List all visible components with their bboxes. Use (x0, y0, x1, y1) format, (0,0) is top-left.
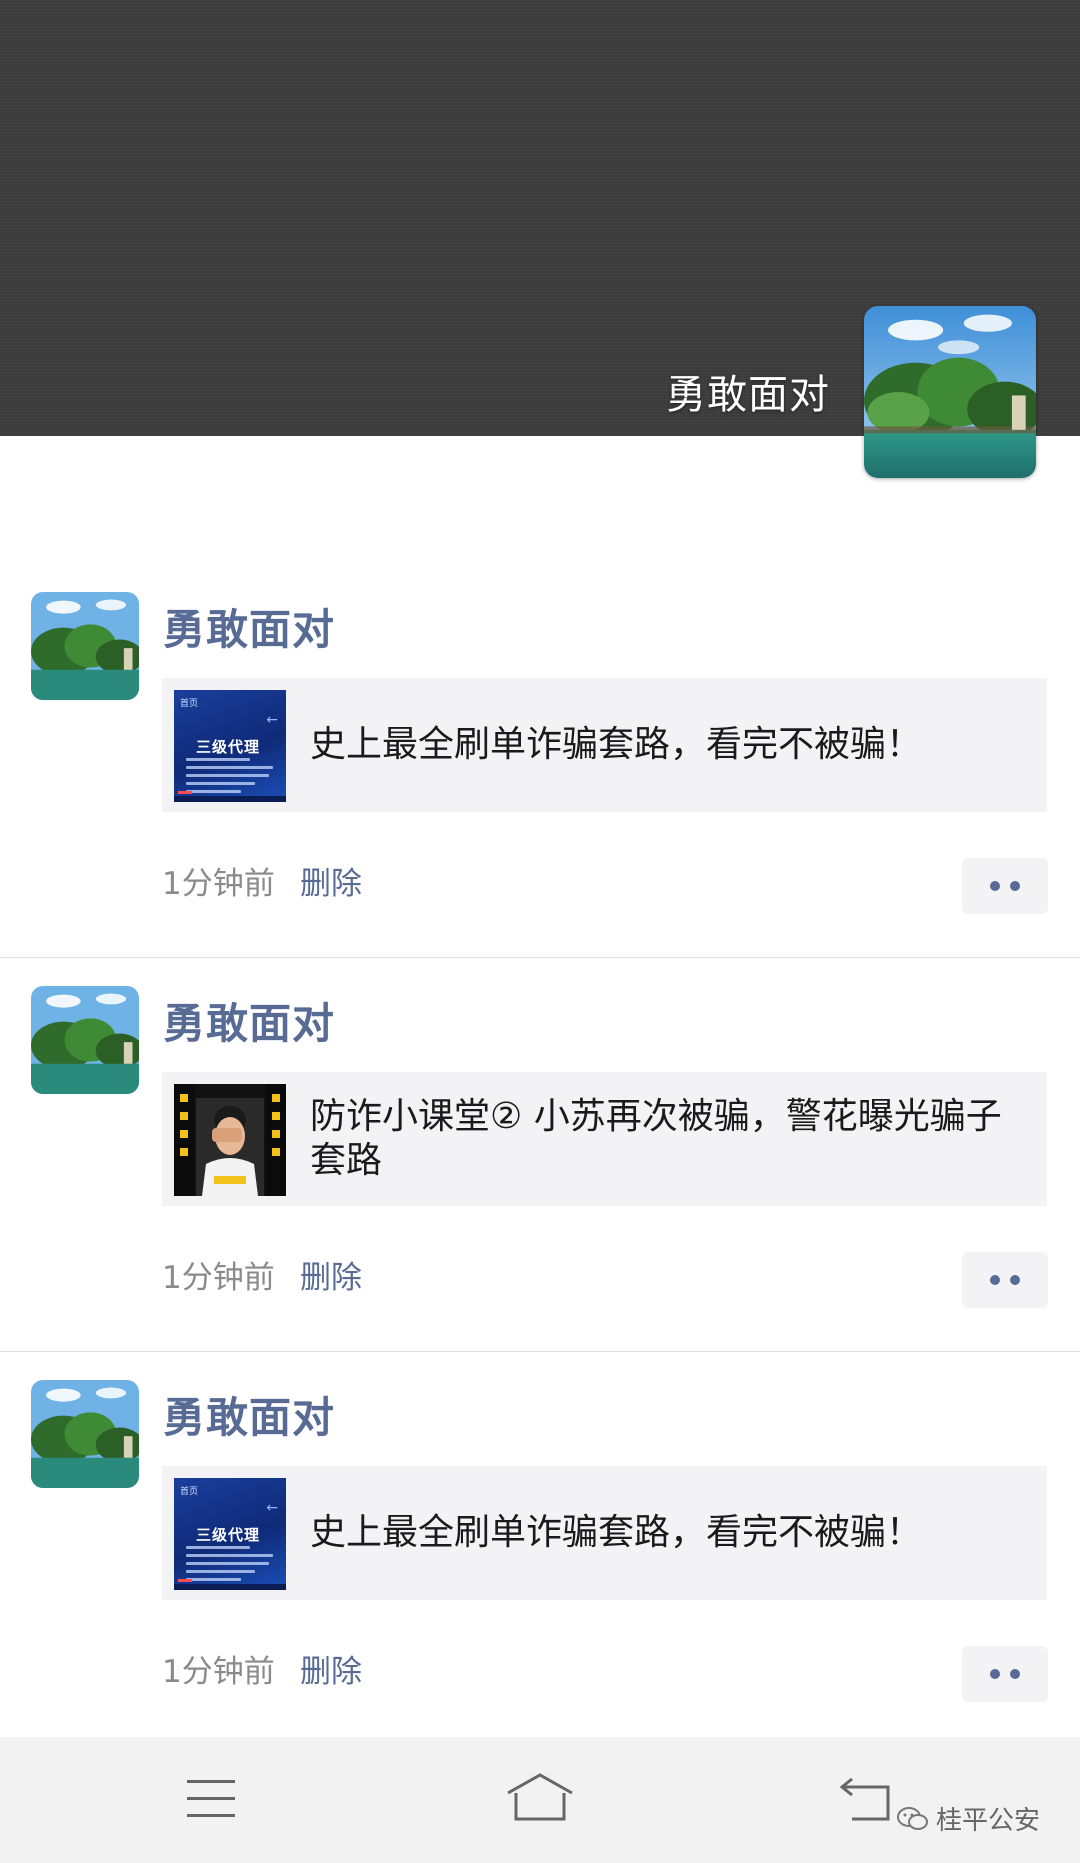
delete-button[interactable]: 删除 (300, 858, 362, 903)
link-title: 史上最全刷单诈骗套路，看完不被骗！ (310, 724, 923, 765)
back-icon[interactable] (838, 1775, 902, 1825)
link-thumbnail: 首页 ← 三级代理 (174, 1478, 286, 1590)
thumb-heading: 三级代理 (196, 738, 261, 756)
post-author-name[interactable]: 勇敢面对 (163, 596, 335, 657)
link-title: 防诈小课堂② 小苏再次被骗，警花曝光骗子套路 (310, 1096, 1002, 1181)
post-timestamp: 1分钟前 (162, 1654, 275, 1690)
post-timestamp: 1分钟前 (162, 1260, 275, 1296)
thumb-heading: 三级代理 (196, 1526, 261, 1544)
dot-icon (990, 1275, 1000, 1285)
thumb-label: 首页 (180, 699, 199, 709)
post-divider (0, 957, 1080, 958)
profile-avatar[interactable] (864, 306, 1036, 478)
watermark: 桂平公安 (896, 1800, 1040, 1837)
watermark-text: 桂平公安 (936, 1806, 1041, 1836)
dot-icon (1010, 1669, 1020, 1679)
menu-icon[interactable] (185, 1777, 237, 1821)
more-options-button[interactable] (962, 1252, 1048, 1308)
dot-icon (990, 881, 1000, 891)
shared-link-card[interactable]: 首页 ← 三级代理 史上最全刷单诈骗套路，看完不被骗！ (162, 678, 1047, 812)
landscape-avatar-image (31, 592, 139, 700)
more-options-button[interactable] (962, 1646, 1048, 1702)
dot-icon (1010, 881, 1020, 891)
post-author-name[interactable]: 勇敢面对 (163, 990, 335, 1051)
shared-link-card[interactable]: 首页 ← 三级代理 史上最全刷单诈骗套路，看完不被骗！ (162, 1466, 1047, 1600)
arrow-left-icon: ← (266, 1500, 278, 1516)
link-title: 史上最全刷单诈骗套路，看完不被骗！ (310, 1512, 923, 1553)
landscape-avatar-image (31, 1380, 139, 1488)
post-author-name[interactable]: 勇敢面对 (163, 1384, 335, 1445)
link-thumbnail (174, 1084, 286, 1196)
landscape-avatar-image (864, 306, 1036, 478)
post-avatar[interactable] (31, 986, 139, 1094)
shared-link-card[interactable]: 防诈小课堂② 小苏再次被骗，警花曝光骗子套路 (162, 1072, 1047, 1206)
delete-button[interactable]: 删除 (300, 1252, 362, 1297)
thumb-label: 首页 (180, 1487, 199, 1497)
profile-name[interactable]: 勇敢面对 (666, 362, 830, 420)
wechat-icon (897, 1806, 928, 1830)
home-icon[interactable] (504, 1771, 576, 1825)
post-timestamp: 1分钟前 (162, 866, 275, 902)
delete-button[interactable]: 删除 (300, 1646, 362, 1691)
dot-icon (1010, 1275, 1020, 1285)
arrow-left-icon: ← (266, 712, 278, 728)
more-options-button[interactable] (962, 858, 1048, 914)
link-thumbnail: 首页 ← 三级代理 (174, 690, 286, 802)
post-avatar[interactable] (31, 1380, 139, 1488)
post-avatar[interactable] (31, 592, 139, 700)
person-thumbnail-image (196, 1098, 264, 1196)
landscape-avatar-image (31, 986, 139, 1094)
dot-icon (990, 1669, 1000, 1679)
post-divider (0, 1351, 1080, 1352)
